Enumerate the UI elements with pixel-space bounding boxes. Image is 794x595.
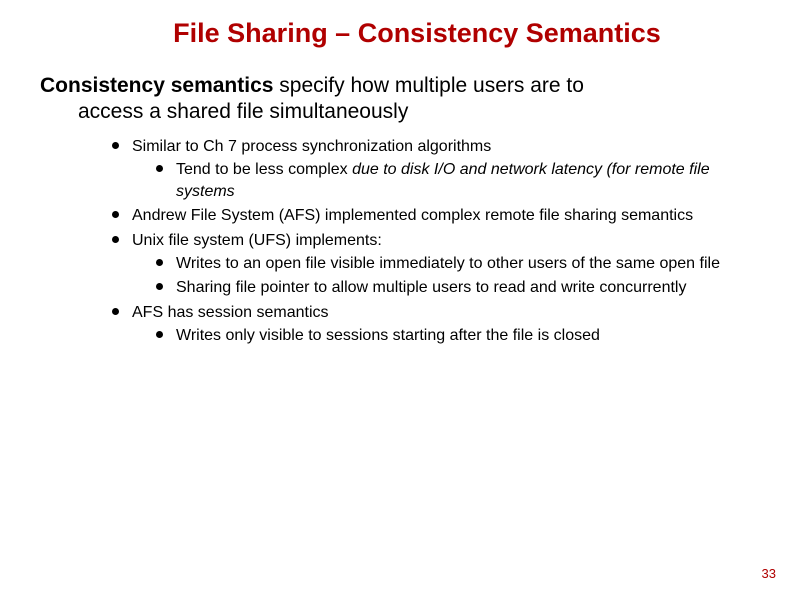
list-item: Similar to Ch 7 process synchronization … [112, 136, 744, 203]
list-item: Writes only visible to sessions starting… [156, 325, 744, 347]
bullet-text: Unix file system (UFS) implements: [132, 232, 382, 249]
bullet-text: Andrew File System (AFS) implemented com… [132, 207, 693, 224]
list-item: Andrew File System (AFS) implemented com… [112, 205, 744, 227]
intro-text-2: access a shared file simultaneously [40, 99, 724, 125]
sub-list: Writes only visible to sessions starting… [132, 325, 744, 347]
sub-list: Tend to be less complex due to disk I/O … [132, 159, 744, 202]
list-item: AFS has session semantics Writes only vi… [112, 302, 744, 347]
bullet-text: Writes only visible to sessions starting… [176, 327, 600, 344]
bullet-list: Similar to Ch 7 process synchronization … [40, 136, 754, 347]
intro-paragraph: Consistency semantics specify how multip… [40, 73, 754, 126]
list-item: Unix file system (UFS) implements: Write… [112, 230, 744, 299]
slide: File Sharing – Consistency Semantics Con… [0, 0, 794, 595]
bullet-text: Similar to Ch 7 process synchronization … [132, 138, 491, 155]
bullet-text: Tend to be less complex [176, 161, 352, 178]
sub-list: Writes to an open file visible immediate… [132, 253, 744, 298]
list-item: Sharing file pointer to allow multiple u… [156, 277, 744, 299]
page-number: 33 [762, 566, 776, 581]
list-item: Writes to an open file visible immediate… [156, 253, 744, 275]
intro-bold: Consistency semantics [40, 74, 273, 97]
slide-title: File Sharing – Consistency Semantics [40, 18, 754, 49]
list-item: Tend to be less complex due to disk I/O … [156, 159, 744, 202]
bullet-text: Sharing file pointer to allow multiple u… [176, 279, 686, 296]
bullet-text: Writes to an open file visible immediate… [176, 255, 720, 272]
intro-text-1: specify how multiple users are to [273, 74, 583, 97]
bullet-text: AFS has session semantics [132, 304, 329, 321]
